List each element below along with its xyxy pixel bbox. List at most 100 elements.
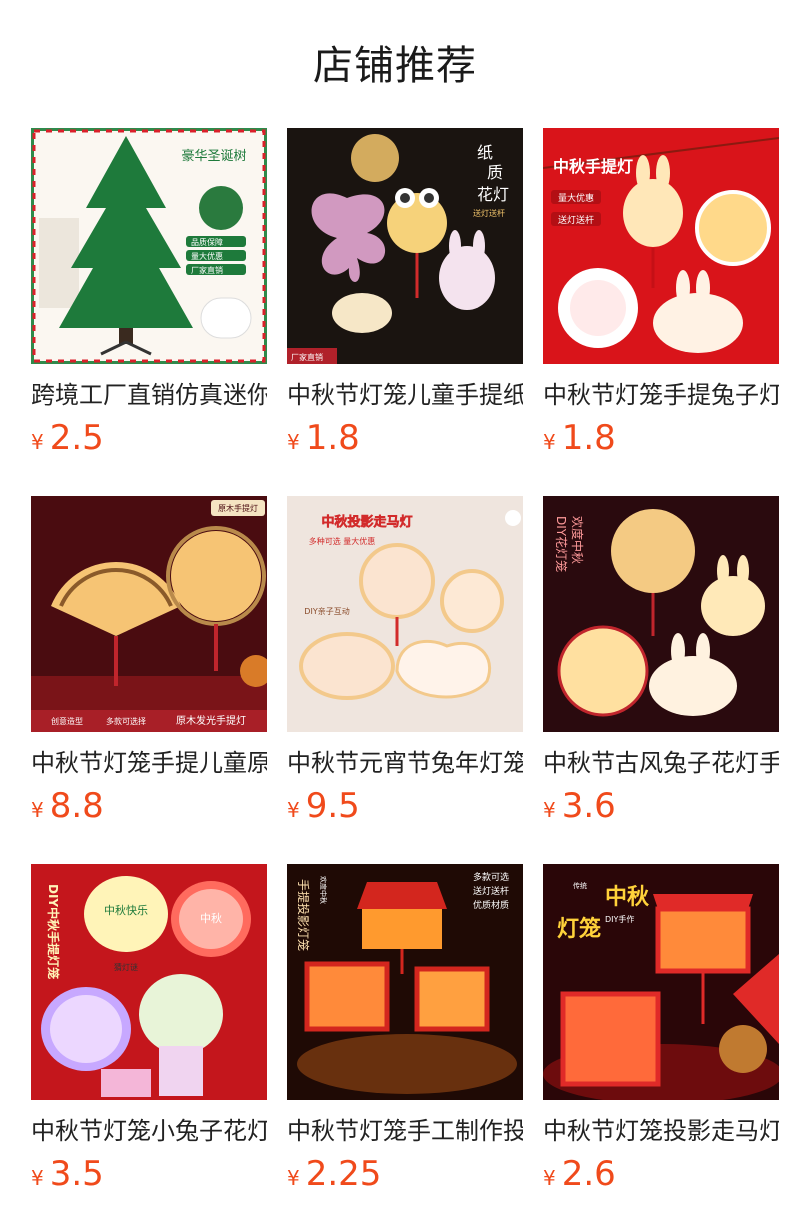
- product-price: ¥1.8: [287, 416, 523, 460]
- image-title-text: DIY中秋手提灯笼: [46, 884, 61, 979]
- image-tag-text: 多款可选: [473, 871, 509, 883]
- image-tag-text: 猜灯谜: [114, 962, 138, 972]
- product-card[interactable]: 中秋投影走马灯 多种可选 量大优惠 DIY亲子互动 中秋节元宵节兔年灯笼投影走马…: [287, 496, 523, 864]
- product-image[interactable]: 中秋 灯笼 DIY手作 传统: [543, 864, 779, 1100]
- price-amount: 3.5: [49, 1154, 104, 1194]
- product-name[interactable]: 中秋节元宵节兔年灯笼投影走马灯: [287, 746, 523, 780]
- product-card[interactable]: 豪华圣诞树 品质保障 量大优惠 厂家直销 跨境工厂直销仿真迷你圣诞树 ¥2.5: [31, 128, 267, 496]
- product-price: ¥2.5: [31, 416, 267, 460]
- image-tag-text: 原木发光手提灯: [176, 714, 246, 727]
- product-price: ¥1.8: [543, 416, 779, 460]
- product-image[interactable]: 中秋手提灯 量大优惠 送灯送杆: [543, 128, 779, 364]
- image-tag-text: 量大优惠: [558, 192, 594, 204]
- image-title-text: 灯笼: [557, 916, 601, 942]
- product-price: ¥9.5: [287, 784, 523, 828]
- image-tag-text: 创意造型: [51, 716, 83, 726]
- image-badge-text: 传统: [573, 881, 587, 890]
- product-image[interactable]: 欢度中秋 DIY花灯笼: [543, 496, 779, 732]
- image-tag-text: 送灯送杆: [473, 885, 509, 897]
- image-title-text: 花灯: [477, 185, 509, 204]
- product-card[interactable]: 中秋手提灯 量大优惠 送灯送杆 中秋节灯笼手提兔子灯 ¥1.8: [543, 128, 779, 496]
- currency-symbol: ¥: [31, 430, 44, 454]
- image-tag-text: 厂家直销: [191, 265, 223, 275]
- price-amount: 2.6: [561, 1154, 616, 1194]
- product-name[interactable]: 中秋节古风兔子花灯手提灯笼: [543, 746, 779, 780]
- product-name[interactable]: 中秋节灯笼手提兔子灯: [543, 378, 779, 412]
- image-tag-text: 厂家直销: [291, 352, 323, 362]
- image-title-text: DIY花灯笼: [554, 516, 569, 572]
- currency-symbol: ¥: [543, 430, 556, 454]
- currency-symbol: ¥: [31, 1166, 44, 1190]
- price-amount: 2.25: [305, 1154, 382, 1194]
- image-tag-text: 中秋快乐: [104, 903, 148, 917]
- product-name[interactable]: 中秋节灯笼投影走马灯: [543, 1114, 779, 1148]
- christmas-tree-icon: 豪华圣诞树 品质保障 量大优惠 厂家直销: [31, 128, 267, 364]
- product-card[interactable]: 欢度中秋 DIY花灯笼 中秋节古风兔子花灯手提灯笼 ¥3.6: [543, 496, 779, 864]
- image-title-text: 中秋手提灯: [553, 157, 633, 176]
- product-image[interactable]: 手提投影灯笼 欢度中秋 多款可选 送灯送杆 优质材质: [287, 864, 523, 1100]
- price-amount: 3.6: [561, 786, 616, 826]
- image-title-text: 质: [487, 163, 503, 182]
- image-title-text: 中秋投影走马灯: [321, 514, 412, 530]
- image-tag-text: 量大优惠: [191, 251, 223, 261]
- product-name[interactable]: 中秋节灯笼儿童手提纸质花灯: [287, 378, 523, 412]
- image-badge-text: 原木手提灯: [218, 503, 258, 513]
- rabbit-lantern-icon: 中秋手提灯 量大优惠 送灯送杆: [543, 128, 779, 364]
- image-title-text: 纸: [477, 143, 493, 162]
- product-price: ¥2.25: [287, 1152, 523, 1196]
- price-amount: 1.8: [561, 418, 616, 458]
- image-tag-text: 中秋: [200, 911, 222, 925]
- product-image[interactable]: 原木手提灯 创意造型 多款可选择 原木发光手提灯: [31, 496, 267, 732]
- image-tag-text: 品质保障: [191, 237, 223, 247]
- fan-lantern-icon: 原木手提灯 创意造型 多款可选择 原木发光手提灯: [31, 496, 267, 732]
- product-price: ¥3.6: [543, 784, 779, 828]
- image-tag-text: 多种可选 量大优惠: [309, 536, 376, 546]
- image-tag-text: 送灯送杆: [558, 214, 594, 226]
- product-price: ¥2.6: [543, 1152, 779, 1196]
- currency-symbol: ¥: [287, 798, 300, 822]
- image-badge-text: 欢度中秋: [319, 876, 328, 904]
- red-lantern-icon: 中秋 灯笼 DIY手作 传统: [543, 864, 779, 1100]
- price-amount: 2.5: [49, 418, 104, 458]
- image-title-text: 中秋: [605, 885, 650, 910]
- product-image[interactable]: 纸 质 花灯 送灯送杆 厂家直销: [287, 128, 523, 364]
- product-image[interactable]: DIY中秋手提灯笼 中秋快乐 中秋 猜灯谜: [31, 864, 267, 1100]
- product-name[interactable]: 跨境工厂直销仿真迷你圣诞树: [31, 378, 267, 412]
- image-badge-text: 豪华圣诞树: [181, 148, 246, 164]
- image-tag-text: DIY手作: [605, 914, 634, 924]
- recommendation-page: 店铺推荐 豪华圣诞树 品质保障 量大优惠 厂家直销 跨境工厂直销仿真迷你 ¥ 2…: [0, 0, 790, 1232]
- product-card[interactable]: 原木手提灯 创意造型 多款可选择 原木发光手提灯 中秋节灯笼手提儿童原木发光手提…: [31, 496, 267, 864]
- currency-symbol: ¥: [31, 798, 44, 822]
- product-card[interactable]: 纸 质 花灯 送灯送杆 厂家直销 中秋节灯笼儿童手提纸质花灯 ¥1.8: [287, 128, 523, 496]
- cube-lantern-icon: 手提投影灯笼 欢度中秋 多款可选 送灯送杆 优质材质: [287, 864, 523, 1100]
- currency-symbol: ¥: [287, 1166, 300, 1190]
- product-grid: 豪华圣诞树 品质保障 量大优惠 厂家直销 跨境工厂直销仿真迷你圣诞树 ¥2.5: [31, 128, 790, 1232]
- image-tag-text: DIY亲子互动: [304, 606, 349, 616]
- image-title-text: 欢度中秋: [570, 516, 585, 564]
- projection-lantern-icon: 中秋投影走马灯 多种可选 量大优惠 DIY亲子互动: [287, 496, 523, 732]
- product-card[interactable]: 手提投影灯笼 欢度中秋 多款可选 送灯送杆 优质材质 中秋节灯笼手工制作投影灯 …: [287, 864, 523, 1232]
- product-image[interactable]: 中秋投影走马灯 多种可选 量大优惠 DIY亲子互动: [287, 496, 523, 732]
- product-name[interactable]: 中秋节灯笼小兔子花灯手提灯: [31, 1114, 267, 1148]
- image-title-text: 手提投影灯笼: [296, 879, 311, 951]
- butterfly-lantern-icon: 纸 质 花灯 送灯送杆 厂家直销: [287, 128, 523, 364]
- currency-symbol: ¥: [543, 1166, 556, 1190]
- product-price: ¥8.8: [31, 784, 267, 828]
- moon-rabbit-icon: 欢度中秋 DIY花灯笼: [543, 496, 779, 732]
- product-price: ¥3.5: [31, 1152, 267, 1196]
- product-card[interactable]: 中秋 灯笼 DIY手作 传统 中秋节灯笼投影走马灯 ¥2.6: [543, 864, 779, 1232]
- price-amount: 8.8: [49, 786, 104, 826]
- product-card[interactable]: DIY中秋手提灯笼 中秋快乐 中秋 猜灯谜 中秋节灯笼小兔子花灯手提灯 ¥3.5: [31, 864, 267, 1232]
- price-amount: 1.8: [305, 418, 360, 458]
- currency-symbol: ¥: [287, 430, 300, 454]
- paper-lantern-icon: DIY中秋手提灯笼 中秋快乐 中秋 猜灯谜: [31, 864, 267, 1100]
- image-tag-text: 优质材质: [473, 899, 509, 911]
- page-title: 店铺推荐: [313, 43, 477, 89]
- product-image[interactable]: 豪华圣诞树 品质保障 量大优惠 厂家直销: [31, 128, 267, 364]
- currency-symbol: ¥: [543, 798, 556, 822]
- product-name[interactable]: 中秋节灯笼手工制作投影灯: [287, 1114, 523, 1148]
- price-amount: 9.5: [305, 786, 360, 826]
- image-tag-text: 多款可选择: [106, 716, 146, 726]
- product-name[interactable]: 中秋节灯笼手提儿童原木发光手提灯: [31, 746, 267, 780]
- image-tag-text: 送灯送杆: [473, 208, 505, 218]
